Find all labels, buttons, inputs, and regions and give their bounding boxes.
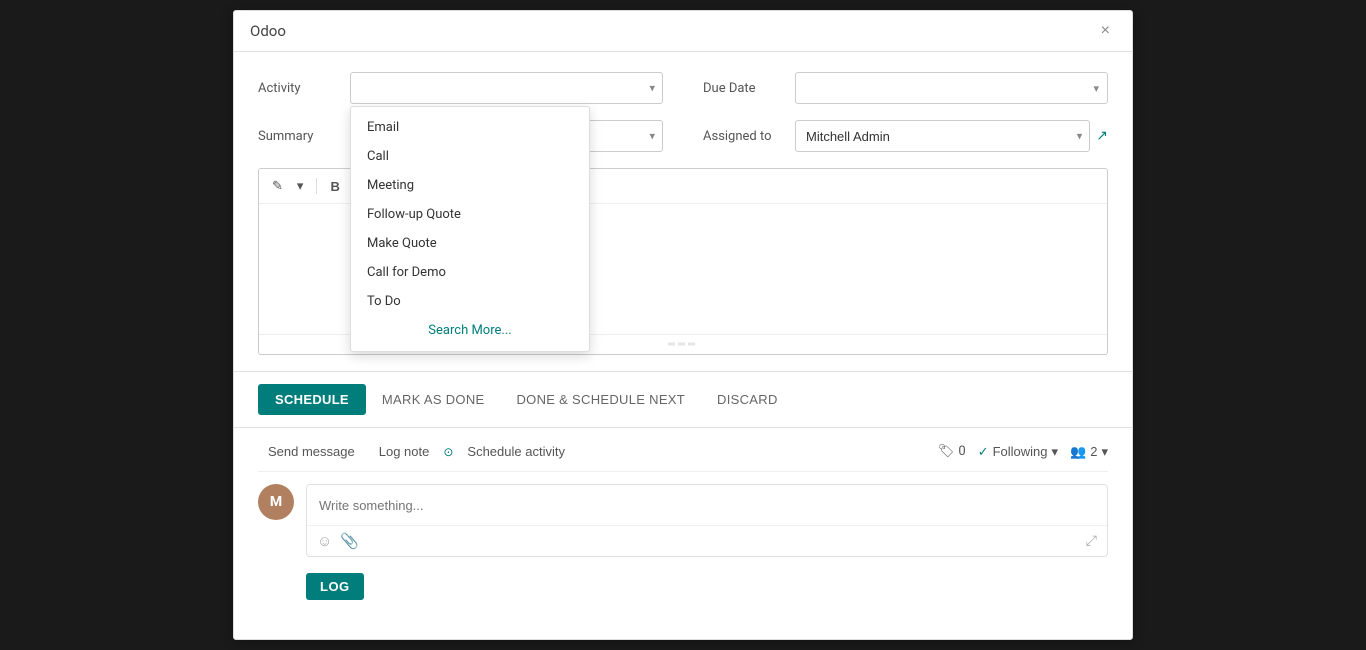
toolbar-separator-1 — [316, 178, 317, 194]
modal-body: Activity Email Call Meeting Follow — [234, 52, 1132, 620]
members-icon: 👥 — [1070, 444, 1086, 460]
tag-icon: 🏷 — [938, 444, 955, 459]
schedule-button[interactable]: SCHEDULE — [258, 384, 366, 415]
following-button[interactable]: ✓ Following ▾ — [978, 444, 1058, 460]
assigned-to-select[interactable]: Mitchell Admin — [795, 120, 1090, 152]
discard-button[interactable]: DISCARD — [701, 385, 794, 414]
activity-dropdown-container: Email Call Meeting Follow-up Quote Make … — [350, 72, 663, 104]
dropdown-item-email[interactable]: Email — [351, 113, 589, 142]
send-message-tab[interactable]: Send message — [258, 440, 365, 463]
message-area: M ☺ 📎 ⤢ — [258, 484, 1108, 557]
message-toolbar-left: ☺ 📎 — [317, 532, 359, 550]
dropdown-item-follow-up-quote[interactable]: Follow-up Quote — [351, 200, 589, 229]
message-input[interactable] — [307, 485, 1107, 525]
action-bar: SCHEDULE MARK AS DONE DONE & SCHEDULE NE… — [234, 371, 1132, 428]
expand-icon[interactable]: ⤢ — [1086, 533, 1097, 549]
follower-count[interactable]: 🏷 0 — [938, 444, 966, 459]
follower-count-value: 0 — [958, 444, 965, 459]
bold-btn[interactable]: B — [325, 176, 344, 197]
members-dropdown-icon: ▾ — [1101, 444, 1108, 460]
activity-dropdown-menu: Email Call Meeting Follow-up Quote Make … — [350, 106, 590, 352]
log-note-tab[interactable]: Log note — [369, 440, 440, 463]
assigned-to-external-link[interactable]: ↗ — [1096, 128, 1108, 144]
modal-title: Odoo — [250, 22, 286, 40]
due-date-field[interactable]: 02/18/2021 — [804, 81, 1093, 96]
following-check-icon: ✓ — [978, 444, 989, 460]
summary-label: Summary — [258, 129, 338, 144]
emoji-icon[interactable]: ☺ — [317, 532, 332, 550]
following-label: Following — [993, 444, 1048, 459]
modal-header: Odoo × — [234, 11, 1132, 52]
members-count: 2 — [1090, 444, 1097, 459]
chatter-tabs-right: 🏷 0 ✓ Following ▾ 👥 2 ▾ — [938, 444, 1108, 460]
assigned-to-group: Assigned to Mitchell Admin ↗ — [703, 120, 1108, 152]
due-date-input[interactable]: 02/18/2021 ▾ — [795, 72, 1108, 104]
schedule-activity-tab[interactable]: ⊙ Schedule activity — [443, 440, 575, 463]
font-dropdown-btn[interactable]: ▾ — [292, 175, 309, 197]
log-btn-row: LOG — [258, 565, 1108, 600]
dropdown-item-meeting[interactable]: Meeting — [351, 171, 589, 200]
due-date-group: Due Date 02/18/2021 ▾ — [703, 72, 1108, 104]
font-style-btn[interactable]: ✎ — [267, 175, 288, 197]
message-input-container: ☺ 📎 ⤢ — [306, 484, 1108, 557]
odoo-modal: Odoo × Activity — [233, 10, 1133, 640]
user-avatar: M — [258, 484, 294, 520]
assigned-to-select-wrapper[interactable]: Mitchell Admin — [795, 120, 1090, 152]
dropdown-item-call[interactable]: Call — [351, 142, 589, 171]
assigned-to-wrapper: Mitchell Admin ↗ — [795, 120, 1108, 152]
close-button[interactable]: × — [1095, 21, 1116, 41]
mark-done-button[interactable]: MARK AS DONE — [366, 385, 501, 414]
activity-group: Activity Email Call Meeting Follow — [258, 72, 663, 104]
chatter-tabs-left: Send message Log note ⊙ Schedule activit… — [258, 440, 575, 463]
chatter-tabs: Send message Log note ⊙ Schedule activit… — [258, 428, 1108, 472]
members-button[interactable]: 👥 2 ▾ — [1070, 444, 1108, 460]
date-dropdown-icon: ▾ — [1093, 82, 1099, 95]
dropdown-item-to-do[interactable]: To Do — [351, 287, 589, 316]
resize-dots: ═══ — [668, 339, 698, 350]
dropdown-item-call-for-demo[interactable]: Call for Demo — [351, 258, 589, 287]
activity-select-wrapper[interactable] — [350, 72, 663, 104]
clock-icon: ⊙ — [443, 445, 453, 459]
message-toolbar: ☺ 📎 ⤢ — [307, 525, 1107, 556]
dropdown-item-make-quote[interactable]: Make Quote — [351, 229, 589, 258]
schedule-activity-tab-btn[interactable]: Schedule activity — [457, 440, 575, 463]
dropdown-search-more[interactable]: Search More... — [351, 316, 589, 345]
attachment-icon[interactable]: 📎 — [340, 532, 359, 550]
following-dropdown-icon: ▾ — [1052, 444, 1059, 460]
activity-label: Activity — [258, 81, 338, 96]
log-button[interactable]: LOG — [306, 573, 364, 600]
activity-select[interactable] — [350, 72, 663, 104]
form-row-1: Activity Email Call Meeting Follow — [258, 72, 1108, 104]
due-date-label: Due Date — [703, 81, 783, 96]
done-schedule-next-button[interactable]: DONE & SCHEDULE NEXT — [500, 385, 701, 414]
assigned-to-label: Assigned to — [703, 129, 783, 144]
